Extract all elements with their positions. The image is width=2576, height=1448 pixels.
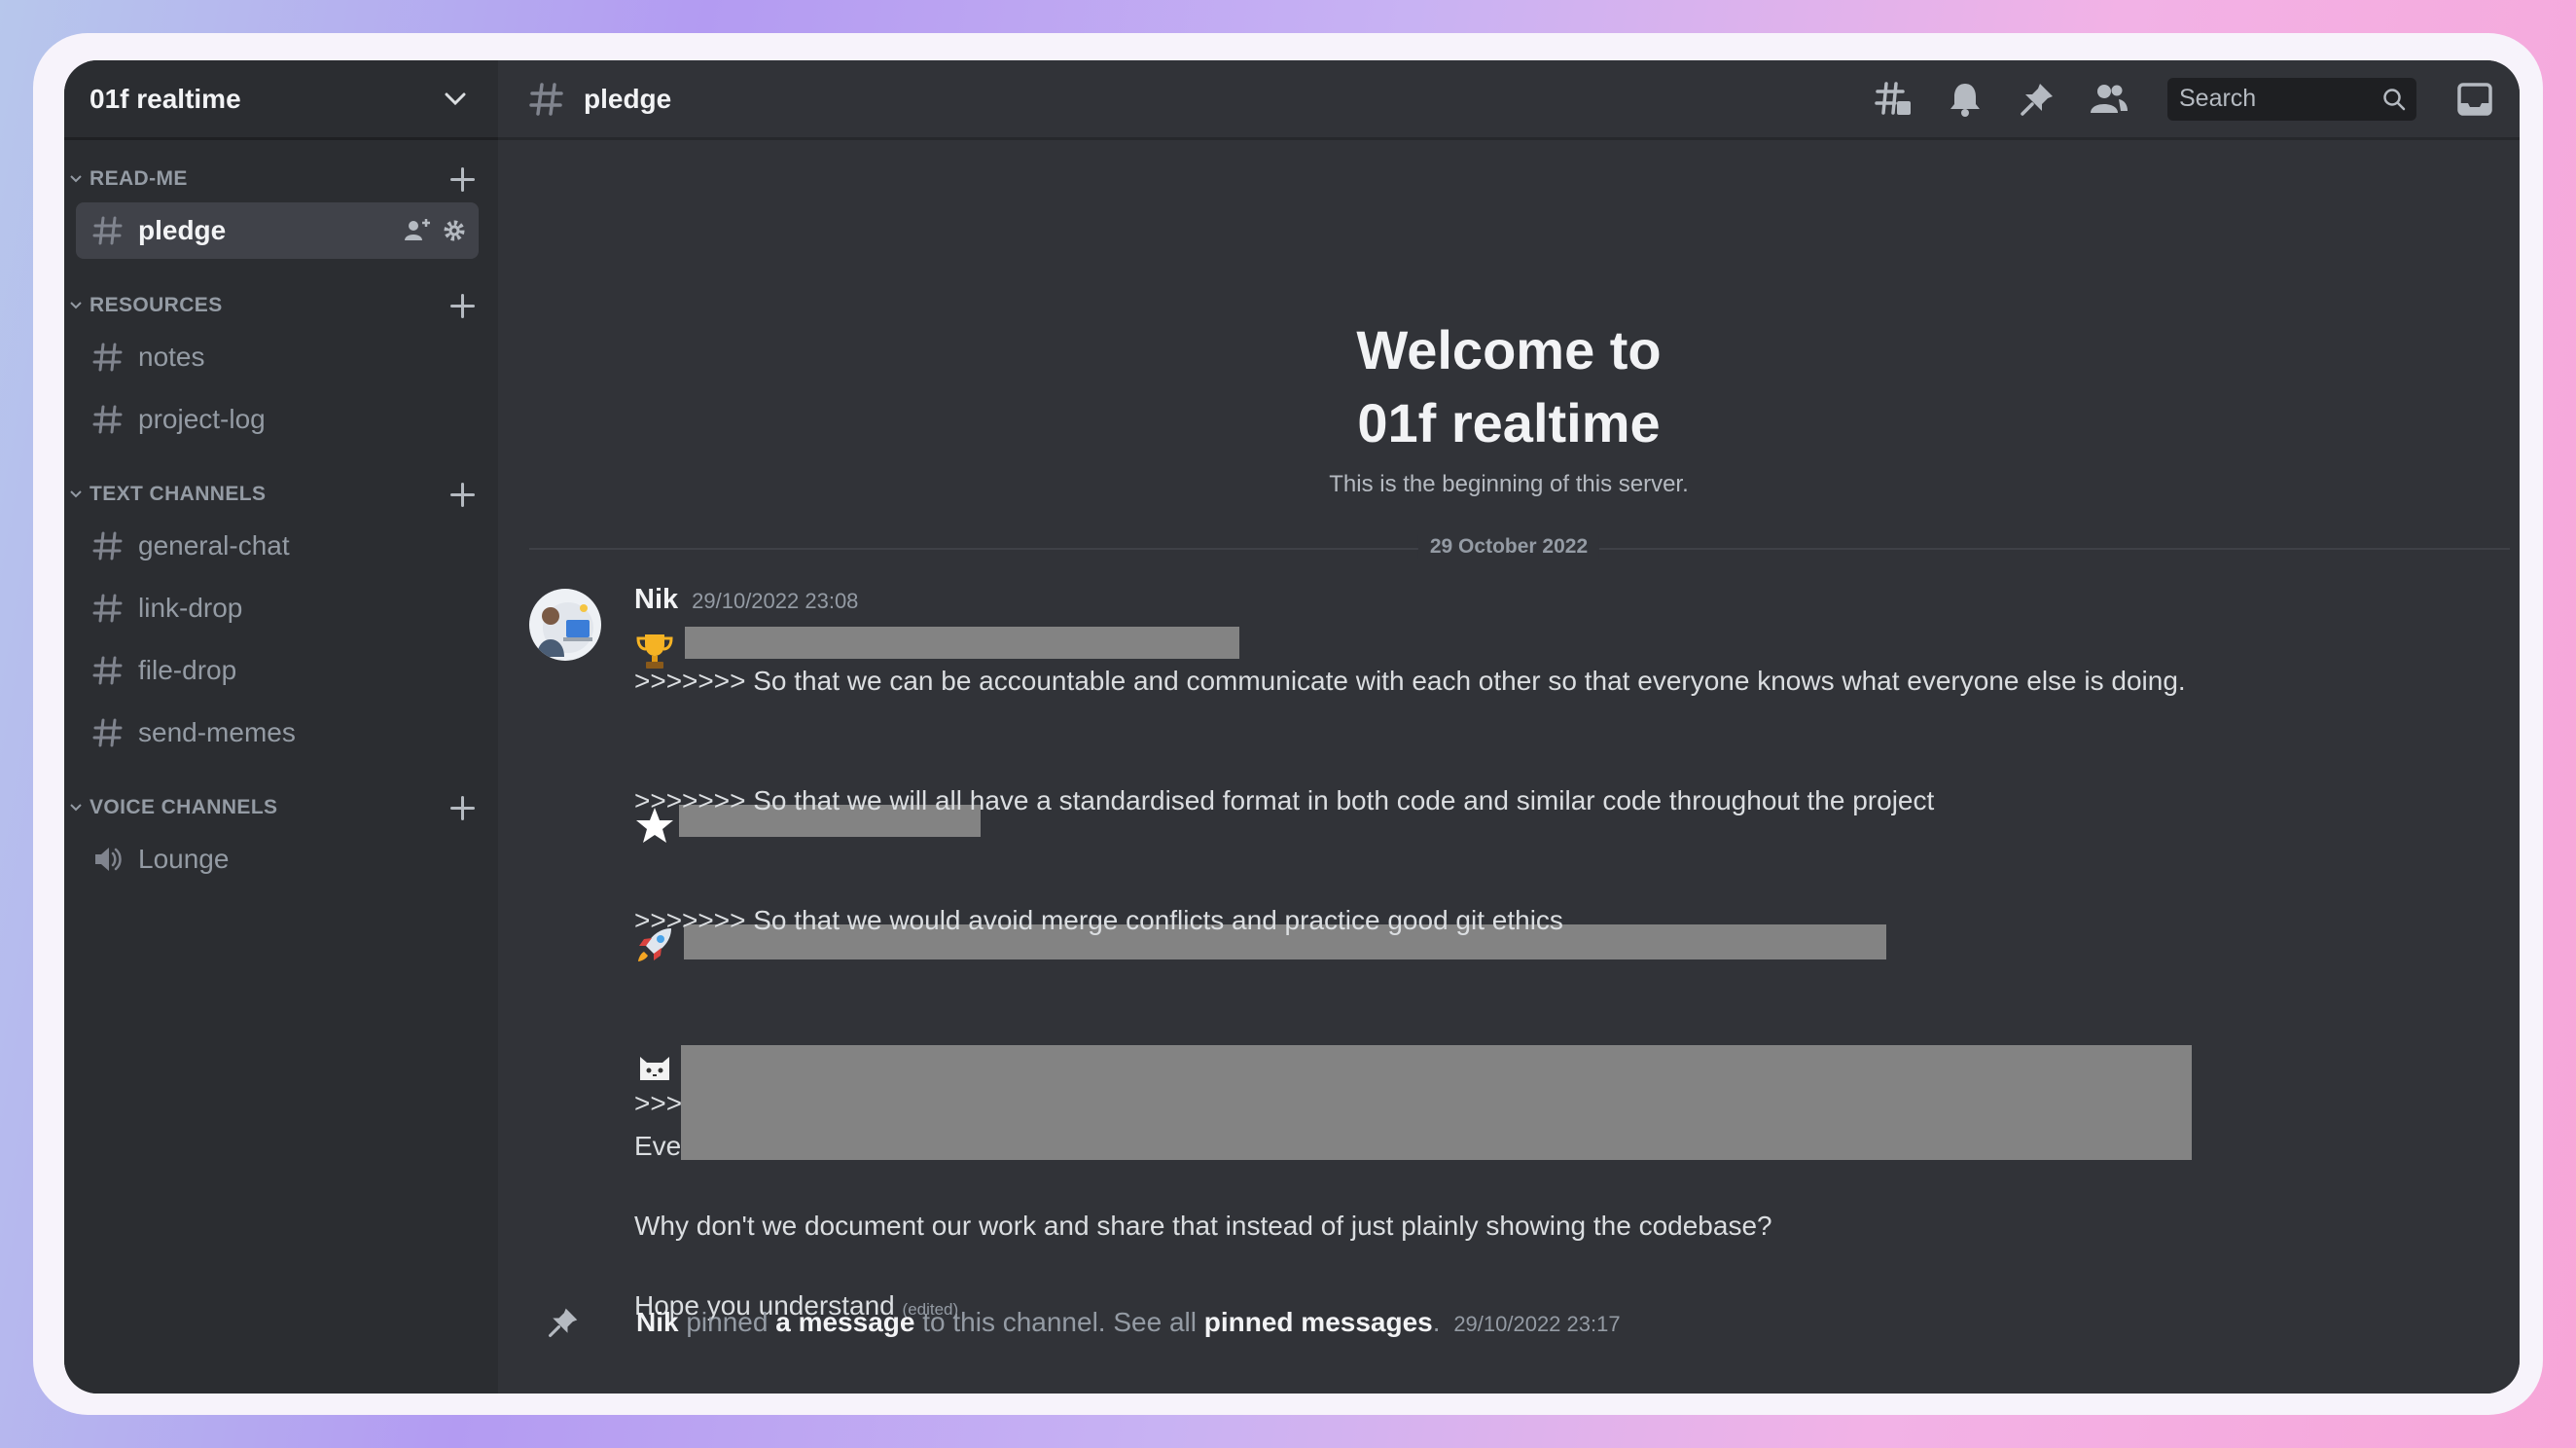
cat-emoji	[640, 1057, 669, 1080]
channel-label: general-chat	[138, 530, 290, 561]
message: Nik 29/10/2022 23:08 >>>>>>> So that we …	[634, 584, 2483, 1321]
pinned-actor[interactable]: Nik	[636, 1307, 679, 1337]
pinned-notice: Nik pinned a message to this channel. Se…	[547, 1306, 1621, 1339]
hash-icon	[92, 531, 123, 561]
channel-file-drop[interactable]: file-drop	[76, 642, 479, 699]
welcome-subtitle: This is the beginning of this server.	[1329, 471, 1689, 497]
hash-icon	[92, 405, 123, 434]
channel-lounge[interactable]: Lounge	[76, 831, 479, 887]
hash-icon	[92, 594, 123, 623]
pinned-text-1: pinned	[686, 1307, 769, 1337]
channel-sidebar: 01f realtime READ-ME pledge RESOURCES no…	[64, 60, 498, 1394]
category-label: RESOURCES	[89, 294, 223, 316]
pinned-message-link[interactable]: a message	[775, 1307, 914, 1337]
message-author[interactable]: Nik	[634, 584, 678, 616]
channel-label: pledge	[138, 215, 227, 245]
message-timestamp: 29/10/2022 23:08	[692, 589, 859, 613]
server-header[interactable]: 01f realtime	[64, 60, 498, 140]
chevron-down-icon[interactable]	[442, 86, 469, 113]
pinned-text: Nik pinned a message to this channel. Se…	[636, 1307, 1621, 1338]
chevron-down-icon	[68, 800, 84, 815]
redacted-block	[681, 1045, 2192, 1160]
chevron-down-icon	[68, 171, 84, 187]
channel-label: send-memes	[138, 717, 296, 747]
redacted-block	[685, 627, 1239, 659]
channel-label: notes	[138, 342, 205, 372]
bell-icon[interactable]	[1944, 78, 1986, 121]
chevron-down-icon	[68, 487, 84, 502]
category-label: TEXT CHANNELS	[89, 483, 267, 505]
message-line: >>>>>>> So that we will all have a stand…	[634, 785, 1935, 815]
add-channel-icon[interactable]	[447, 291, 477, 320]
category-label: READ-ME	[89, 167, 188, 190]
hash-icon	[92, 656, 123, 685]
channel-send-memes[interactable]: send-memes	[76, 705, 479, 761]
category-resources[interactable]: RESOURCES	[64, 286, 498, 325]
pinned-text-2: to this channel. See all	[922, 1307, 1197, 1337]
message-line: >>>>>>> So that we would avoid merge con…	[634, 905, 1563, 935]
pinned-timestamp: 29/10/2022 23:17	[1453, 1312, 1621, 1336]
channel-label: Lounge	[138, 844, 230, 874]
hash-icon	[92, 343, 123, 372]
discord-window: 01f realtime READ-ME pledge RESOURCES no…	[64, 60, 2520, 1394]
add-channel-icon[interactable]	[447, 164, 477, 194]
category-voice-channels[interactable]: VOICE CHANNELS	[64, 788, 498, 827]
channel-project-log[interactable]: project-log	[76, 391, 479, 448]
channel-title: pledge	[584, 83, 672, 114]
add-channel-icon[interactable]	[447, 793, 477, 822]
search-placeholder: Search	[2179, 85, 2257, 112]
avatar[interactable]	[529, 589, 601, 661]
members-icon[interactable]	[2088, 78, 2130, 121]
category-text-channels[interactable]: TEXT CHANNELS	[64, 475, 498, 514]
channel-link-drop[interactable]: link-drop	[76, 580, 479, 636]
hash-icon	[529, 82, 563, 116]
search-icon	[2383, 88, 2406, 110]
server-name: 01f realtime	[89, 83, 241, 114]
category-read-me[interactable]: READ-ME	[64, 160, 498, 199]
message-line: >>>	[634, 1088, 683, 1118]
welcome-title: Welcome to 01f realtime	[498, 313, 2520, 459]
channel-general-chat[interactable]: general-chat	[76, 518, 479, 574]
channel-pledge[interactable]: pledge	[76, 202, 479, 259]
welcome-block: Welcome to 01f realtime This is the begi…	[498, 313, 2520, 498]
threads-icon[interactable]	[1872, 78, 1914, 121]
welcome-line-1: Welcome to	[1356, 319, 1662, 380]
speaker-icon	[95, 848, 122, 871]
message-line: Why don't we document our work and share…	[634, 1211, 1772, 1241]
pinned-messages-link[interactable]: pinned messages	[1204, 1307, 1433, 1337]
pinned-text-3: .	[1432, 1307, 1441, 1337]
add-channel-icon[interactable]	[447, 480, 477, 509]
channel-notes[interactable]: notes	[76, 329, 479, 385]
channel-topbar: pledge Search	[498, 60, 2520, 140]
hash-icon	[92, 718, 123, 747]
search-input[interactable]: Search	[2167, 77, 2416, 121]
chevron-down-icon	[68, 298, 84, 313]
gear-icon[interactable]	[442, 218, 467, 243]
message-line: Eve	[634, 1131, 682, 1161]
channel-label: link-drop	[138, 593, 243, 623]
channel-label: file-drop	[138, 655, 237, 685]
invite-user-icon[interactable]	[403, 217, 432, 244]
inbox-icon[interactable]	[2453, 78, 2496, 121]
welcome-line-2: 01f realtime	[1357, 392, 1661, 453]
pin-icon	[549, 1308, 578, 1337]
pin-icon[interactable]	[2016, 78, 2058, 121]
category-label: VOICE CHANNELS	[89, 796, 278, 818]
date-divider-label: 29 October 2022	[1417, 535, 1600, 559]
message-line: >>>>>>> So that we can be accountable an…	[634, 666, 2186, 696]
chat-area: pledge Search Welcome to 01f realtime Th…	[498, 60, 2520, 1394]
hash-icon	[92, 216, 123, 245]
channel-label: project-log	[138, 404, 266, 434]
